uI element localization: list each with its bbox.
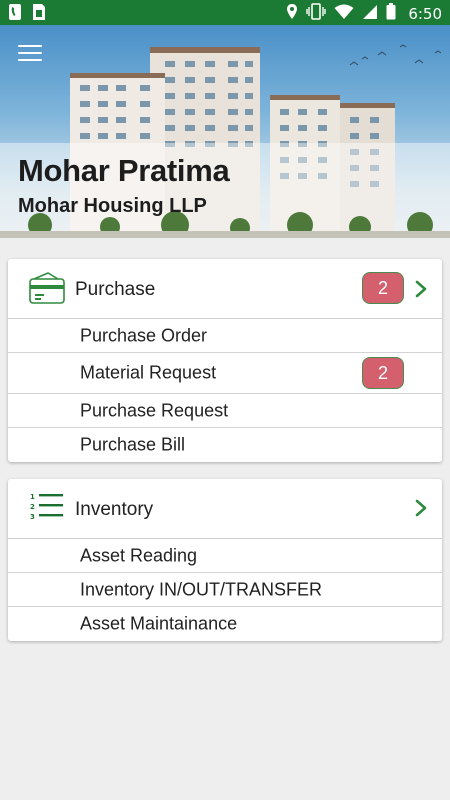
- numbered-list-icon: 1 2 3: [30, 492, 64, 527]
- vibrate-icon: [306, 3, 327, 25]
- chevron-right-icon[interactable]: [414, 279, 428, 304]
- purchase-card: Purchase 2 Purchase Order Material Reque…: [8, 259, 442, 462]
- hamburger-menu-icon[interactable]: [18, 45, 42, 63]
- inventory-label: Inventory: [75, 499, 154, 520]
- project-header: Mohar Pratima Mohar Housing LLP: [0, 25, 450, 238]
- inventory-section-header[interactable]: 1 2 3 Inventory: [8, 479, 442, 539]
- company-name: Mohar Housing LLP: [18, 195, 207, 217]
- menu-item-label: Purchase Request: [80, 400, 229, 420]
- clock-time: 6:50: [408, 5, 442, 23]
- project-title: Mohar Pratima: [18, 153, 230, 188]
- menu-item-asset-maintainance[interactable]: Asset Maintainance: [8, 607, 442, 641]
- purchase-label: Purchase: [75, 279, 156, 300]
- svg-text:1: 1: [30, 493, 35, 501]
- purchase-section-header[interactable]: Purchase 2: [8, 259, 442, 319]
- menu-item-label: Asset Maintainance: [80, 613, 238, 634]
- menu-item-purchase-request[interactable]: Purchase Request: [8, 394, 442, 428]
- menu-item-label: Asset Reading: [80, 545, 198, 565]
- menu-item-material-request[interactable]: Material Request 2: [8, 353, 442, 394]
- menu-item-label: Inventory IN/OUT/TRANSFER: [80, 579, 323, 599]
- status-bar: 6:50: [0, 0, 450, 25]
- menu-item-label: Material Request: [80, 362, 217, 383]
- svg-text:2: 2: [30, 503, 35, 511]
- chevron-right-icon[interactable]: [414, 498, 428, 523]
- phone-icon: [8, 3, 22, 26]
- menu-item-asset-reading[interactable]: Asset Reading: [8, 539, 442, 573]
- signal-icon: [362, 4, 378, 25]
- location-icon: [286, 3, 298, 25]
- card-icon: [28, 271, 66, 310]
- menu-item-label: Purchase Order: [80, 325, 208, 345]
- menu-item-purchase-order[interactable]: Purchase Order: [8, 319, 442, 353]
- menu-item-inventory-transfer[interactable]: Inventory IN/OUT/TRANSFER: [8, 573, 442, 607]
- sim-card-icon: [32, 3, 46, 26]
- menu-item-purchase-bill[interactable]: Purchase Bill: [8, 428, 442, 461]
- menu-item-label: Purchase Bill: [80, 434, 186, 454]
- wifi-icon: [334, 4, 354, 25]
- svg-text:3: 3: [30, 513, 35, 521]
- battery-icon: [386, 3, 396, 25]
- purchase-count-badge: 2: [362, 272, 404, 304]
- inventory-card: 1 2 3 Inventory Asset Reading Inventory …: [8, 479, 442, 641]
- material-request-count-badge: 2: [362, 357, 404, 389]
